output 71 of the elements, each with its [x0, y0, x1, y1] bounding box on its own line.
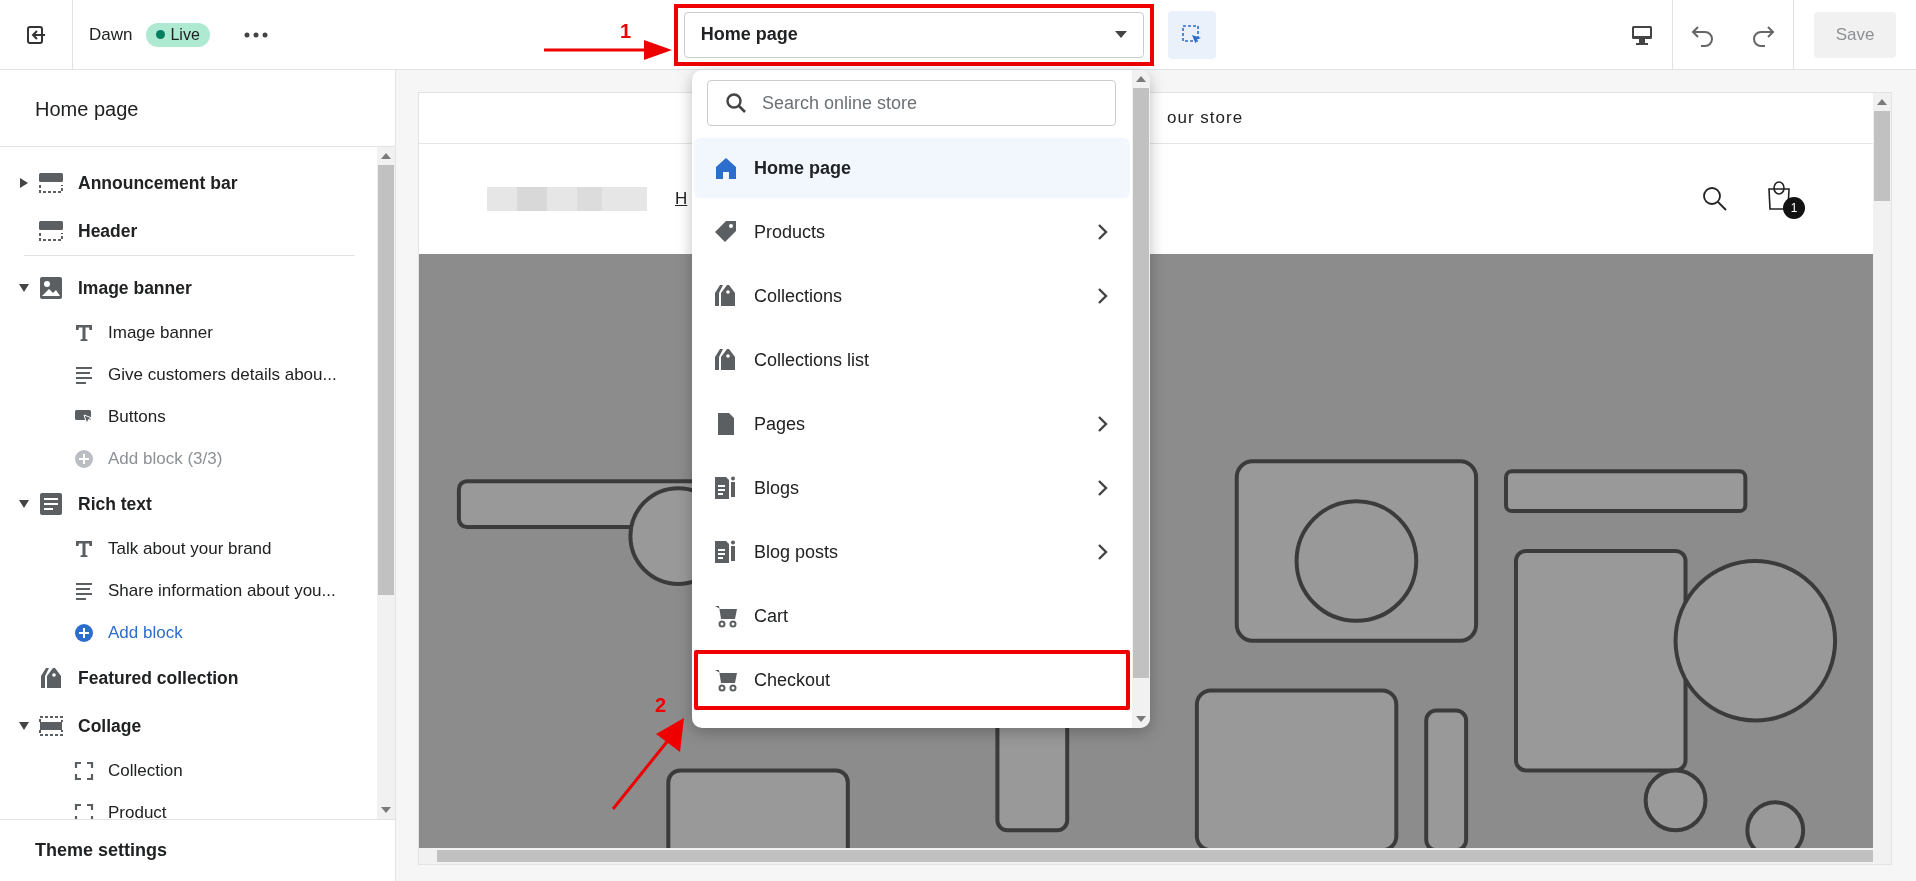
- image-icon: [38, 276, 64, 300]
- caret-icon[interactable]: [20, 178, 28, 188]
- frame-icon: [74, 761, 94, 781]
- scrollbar[interactable]: [1132, 70, 1150, 728]
- text-block-icon: [38, 492, 64, 516]
- cart-icon: [714, 604, 738, 628]
- menu-item[interactable]: Blogs: [694, 458, 1130, 518]
- block-item[interactable]: Image banner: [0, 312, 377, 354]
- section-item[interactable]: Header: [0, 207, 377, 255]
- home-icon: [714, 156, 738, 180]
- paragraph-icon: [74, 365, 94, 385]
- scrollbar[interactable]: [1873, 93, 1891, 848]
- sidebar-title: Home page: [0, 70, 395, 147]
- block-item[interactable]: Product: [0, 792, 377, 819]
- blog-icon: [714, 540, 738, 564]
- section-icon: [38, 714, 64, 738]
- theme-name: Dawn: [89, 24, 133, 45]
- menu-item[interactable]: Home page: [694, 138, 1130, 198]
- cart-icon: [714, 668, 738, 692]
- section-item[interactable]: Collage: [0, 702, 377, 750]
- menu-item[interactable]: Cart: [694, 586, 1130, 646]
- search-field[interactable]: Search online store: [707, 80, 1116, 126]
- text-icon: [74, 539, 94, 559]
- section-item[interactable]: Image banner: [0, 264, 377, 312]
- menu-item[interactable]: Blog posts: [694, 522, 1130, 582]
- section-item[interactable]: Featured collection: [0, 654, 377, 702]
- frame-icon: [74, 803, 94, 819]
- nav-link[interactable]: H: [675, 189, 688, 209]
- block-item[interactable]: Give customers details abou...: [0, 354, 377, 396]
- page-selector[interactable]: Home page: [683, 11, 1144, 58]
- menu-item[interactable]: Checkout: [694, 650, 1130, 710]
- status-badge: Live: [146, 22, 210, 47]
- menu-item[interactable]: Collections list: [694, 330, 1130, 390]
- caret-icon: [1114, 31, 1127, 38]
- menu-item[interactable]: Products: [694, 202, 1130, 262]
- block-item[interactable]: Buttons: [0, 396, 377, 438]
- plus-circle-icon: [74, 449, 94, 469]
- annotation-number: 1: [620, 20, 632, 43]
- block-item[interactable]: Talk about your brand: [0, 528, 377, 570]
- scrollbar[interactable]: [419, 848, 1891, 864]
- menu-item[interactable]: Pages: [694, 394, 1130, 454]
- tags-icon: [714, 348, 738, 372]
- theme-settings-link[interactable]: Theme settings: [0, 819, 395, 881]
- scrollbar[interactable]: [377, 147, 395, 819]
- annotation-number: 2: [655, 694, 667, 717]
- button-cursor-icon: [74, 407, 94, 427]
- caret-icon[interactable]: [19, 722, 29, 730]
- section-icon: [38, 171, 64, 195]
- tags-icon: [38, 666, 64, 690]
- selection-cursor-icon: [1180, 23, 1203, 46]
- search-icon[interactable]: [1701, 185, 1729, 213]
- caret-icon[interactable]: [19, 284, 29, 292]
- block-item[interactable]: Collection: [0, 750, 377, 792]
- text-icon: [74, 323, 94, 343]
- add-block-button[interactable]: Add block: [0, 612, 377, 654]
- tags-icon: [714, 284, 738, 308]
- plus-circle-icon: [74, 623, 94, 643]
- caret-icon[interactable]: [19, 500, 29, 508]
- tag-icon: [714, 220, 738, 244]
- paragraph-icon: [74, 581, 94, 601]
- section-item[interactable]: Announcement bar: [0, 159, 377, 207]
- inspector-button[interactable]: [1167, 10, 1216, 59]
- announcement-text: our store: [1167, 108, 1244, 128]
- section-icon: [38, 219, 64, 243]
- cart-count: 1: [1783, 197, 1805, 219]
- menu-item[interactable]: Collections: [694, 266, 1130, 326]
- section-item[interactable]: Rich text: [0, 480, 377, 528]
- search-icon: [725, 92, 747, 114]
- exit-icon[interactable]: [25, 23, 47, 46]
- blog-icon: [714, 476, 738, 500]
- block-item[interactable]: Share information about you...: [0, 570, 377, 612]
